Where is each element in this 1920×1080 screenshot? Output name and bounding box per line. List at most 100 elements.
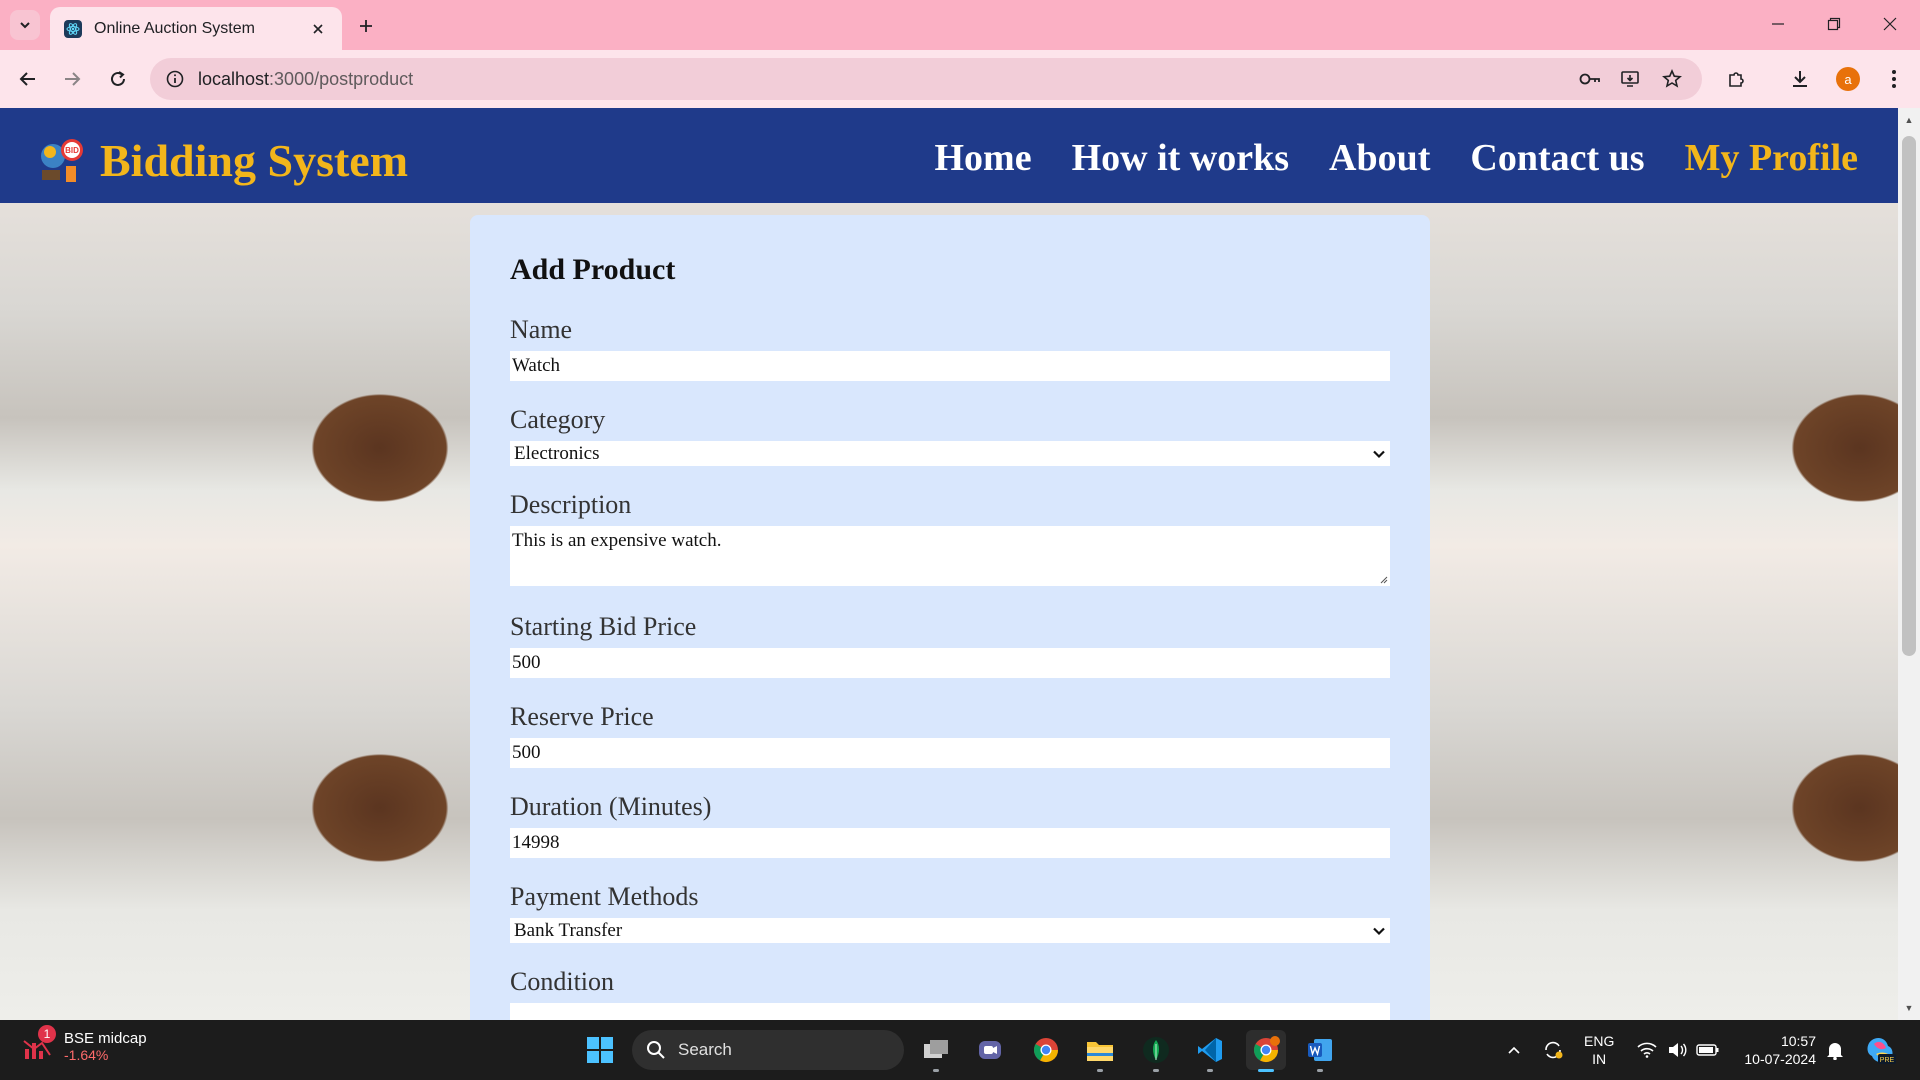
- notification-badge: 1: [38, 1024, 56, 1043]
- search-label: Search: [678, 1040, 732, 1059]
- app-active-indicator: [1258, 1069, 1274, 1072]
- site-navbar: BID Bidding System Home How it works Abo…: [0, 108, 1898, 203]
- vscode-icon[interactable]: [1190, 1030, 1230, 1072]
- volume-icon[interactable]: [1664, 1030, 1690, 1070]
- duration-input[interactable]: 14998: [510, 828, 1390, 858]
- url-text: localhost:3000/postproduct: [198, 68, 414, 89]
- name-input[interactable]: Watch: [510, 351, 1390, 381]
- task-view-icon[interactable]: [916, 1030, 956, 1072]
- tray-overflow-chevron-icon[interactable]: [1502, 1030, 1526, 1070]
- page-viewport: BID Bidding System Home How it works Abo…: [0, 108, 1898, 1020]
- profile-initial: a: [1836, 67, 1860, 91]
- reload-icon[interactable]: [102, 63, 134, 95]
- payment-methods-select[interactable]: Bank Transfer: [510, 918, 1390, 943]
- reserve-price-input[interactable]: 500: [510, 738, 1390, 768]
- brand-name: Bidding System: [100, 135, 409, 186]
- tab-close-icon[interactable]: [308, 19, 328, 39]
- search-icon: [647, 1041, 665, 1059]
- clock-time: 10:57: [1780, 1033, 1816, 1049]
- forward-arrow-icon[interactable]: [56, 63, 88, 95]
- stock-chart-icon: 1: [22, 1024, 56, 1063]
- site-info-icon[interactable]: [166, 70, 184, 88]
- new-tab-plus-icon[interactable]: [352, 12, 380, 40]
- category-select[interactable]: Electronics: [510, 441, 1390, 466]
- chevron-down-icon: [1373, 927, 1385, 935]
- page-scrollbar[interactable]: ▲ ▼: [1898, 108, 1920, 1020]
- clock-date: 10-07-2024: [1744, 1051, 1816, 1067]
- reserve-price-label: Reserve Price: [510, 702, 654, 731]
- nav-about[interactable]: About: [1329, 136, 1430, 180]
- copilot-icon[interactable]: PRE: [1862, 1030, 1898, 1070]
- notification-bell-icon[interactable]: [1822, 1030, 1848, 1070]
- wifi-icon[interactable]: [1634, 1030, 1660, 1070]
- chrome-icon[interactable]: [1026, 1030, 1066, 1070]
- payment-methods-label: Payment Methods: [510, 882, 699, 911]
- brand[interactable]: BID Bidding System: [38, 134, 408, 187]
- chevron-down-icon: [1373, 450, 1385, 458]
- nav-my-profile[interactable]: My Profile: [1685, 136, 1858, 180]
- starting-bid-input[interactable]: 500: [510, 648, 1390, 678]
- system-clock[interactable]: 10:57 10-07-2024: [1736, 1032, 1816, 1068]
- duration-label: Duration (Minutes): [510, 792, 712, 821]
- category-label: Category: [510, 405, 606, 434]
- app-running-indicator: [933, 1069, 939, 1072]
- mongodb-compass-icon[interactable]: [1136, 1030, 1176, 1072]
- back-arrow-icon[interactable]: [12, 63, 44, 95]
- battery-icon[interactable]: [1694, 1030, 1722, 1070]
- taskbar-search[interactable]: Search: [632, 1030, 904, 1070]
- description-textarea[interactable]: This is an expensive watch.: [510, 526, 1390, 586]
- teams-chat-icon[interactable]: [970, 1030, 1010, 1070]
- scrollbar-thumb[interactable]: [1902, 136, 1916, 656]
- lang-line1: ENG: [1584, 1033, 1615, 1049]
- browser-toolbar: localhost:3000/postproduct a: [0, 50, 1920, 108]
- close-window-icon[interactable]: [1870, 8, 1910, 40]
- minimize-icon[interactable]: [1758, 8, 1798, 40]
- address-bar[interactable]: localhost:3000/postproduct: [150, 58, 1702, 100]
- browser-tab-strip: Online Auction System: [0, 0, 1920, 50]
- word-icon[interactable]: [1300, 1030, 1340, 1072]
- windows-taskbar: 1 BSE midcap -1.64% Search ENG IN 10:57 …: [0, 1020, 1920, 1080]
- form-title: Add Product: [510, 253, 676, 286]
- lang-line2: IN: [1592, 1051, 1607, 1067]
- nav-contact-us[interactable]: Contact us: [1470, 136, 1644, 180]
- restore-icon[interactable]: [1814, 8, 1854, 40]
- category-selected-value: Electronics: [514, 442, 600, 464]
- react-favicon-icon: [64, 19, 82, 38]
- extensions-puzzle-icon[interactable]: [1720, 63, 1752, 95]
- widget-value: -1.64%: [64, 1047, 109, 1063]
- sync-icon[interactable]: [1538, 1030, 1568, 1070]
- svg-text:BID: BID: [65, 146, 79, 155]
- active-tab[interactable]: Online Auction System: [50, 7, 342, 50]
- app-running-indicator: [1153, 1069, 1159, 1072]
- nav-how-it-works[interactable]: How it works: [1072, 136, 1289, 180]
- description-label: Description: [510, 490, 632, 519]
- nav-home[interactable]: Home: [935, 136, 1032, 180]
- resize-grip-icon[interactable]: [1378, 574, 1388, 584]
- chevron-down-icon: [20, 22, 30, 29]
- file-explorer-icon[interactable]: [1080, 1030, 1120, 1072]
- condition-input[interactable]: [510, 1003, 1390, 1020]
- svg-text:PRE: PRE: [1880, 1057, 1895, 1064]
- install-app-icon[interactable]: [1614, 63, 1646, 95]
- stocks-widget[interactable]: 1 BSE midcap -1.64%: [22, 1024, 147, 1063]
- profile-avatar[interactable]: a: [1832, 63, 1864, 95]
- widget-title: BSE midcap: [64, 1030, 147, 1047]
- tab-search-button[interactable]: [10, 10, 40, 40]
- scroll-up-arrow-icon[interactable]: ▲: [1903, 114, 1915, 126]
- starting-bid-label: Starting Bid Price: [510, 612, 697, 641]
- chrome-profile-icon[interactable]: [1246, 1030, 1286, 1072]
- menu-kebab-icon[interactable]: [1878, 63, 1910, 95]
- widget-text: BSE midcap -1.64%: [64, 1030, 147, 1063]
- scroll-down-arrow-icon[interactable]: ▼: [1903, 1002, 1915, 1014]
- payment-selected-value: Bank Transfer: [514, 919, 623, 941]
- tab-title: Online Auction System: [94, 19, 255, 37]
- description-value: This is an expensive watch.: [512, 530, 722, 551]
- app-running-indicator: [1097, 1069, 1103, 1072]
- password-key-icon[interactable]: [1574, 63, 1606, 95]
- bookmark-star-icon[interactable]: [1656, 63, 1688, 95]
- input-language[interactable]: ENG IN: [1584, 1032, 1614, 1068]
- downloads-icon[interactable]: [1784, 63, 1816, 95]
- app-running-indicator: [1317, 1069, 1323, 1072]
- add-product-form: Add Product Name Watch Category Electron…: [470, 215, 1430, 1020]
- windows-start-icon[interactable]: [580, 1030, 620, 1070]
